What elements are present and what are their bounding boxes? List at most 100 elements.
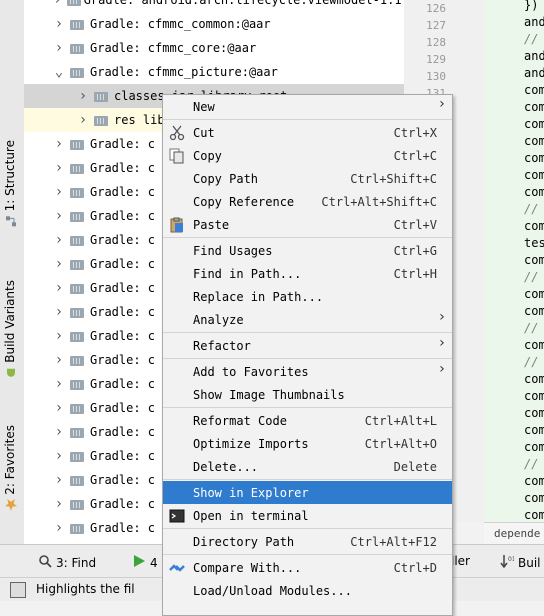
code-line: com — [524, 338, 544, 352]
chevron-right-icon[interactable]: › — [52, 232, 66, 248]
build-tab[interactable]: 01 Buil — [500, 554, 541, 571]
code-line: com — [524, 508, 544, 522]
menu-item-cut[interactable]: Cut Ctrl+X — [163, 121, 452, 144]
menu-item-shortcut: Ctrl+Alt+Shift+C — [321, 194, 437, 209]
chevron-right-icon[interactable]: › — [52, 16, 66, 32]
menu-item-optimize-imports[interactable]: Optimize Imports Ctrl+Alt+O — [163, 432, 452, 455]
menu-item-copy-reference[interactable]: Copy Reference Ctrl+Alt+Shift+C — [163, 190, 452, 213]
menu-separator — [163, 528, 452, 529]
tree-row[interactable]: › Gradle: cfmmc_common:@aar — [24, 12, 416, 36]
code-line: com — [524, 253, 544, 267]
tree-row-label: Gradle: c — [90, 137, 156, 151]
menu-item-open-in-terminal[interactable]: Open in terminal — [163, 504, 452, 527]
chevron-right-icon[interactable]: › — [52, 280, 66, 296]
chevron-right-icon[interactable]: › — [52, 496, 66, 512]
menu-item-replace-in-path[interactable]: Replace in Path... — [163, 285, 452, 308]
status-toggle-icon[interactable] — [10, 582, 26, 598]
chevron-right-icon[interactable]: › — [52, 160, 66, 176]
menu-item-show-image-thumbnails[interactable]: Show Image Thumbnails — [163, 383, 452, 406]
tree-row[interactable]: ⌄ Gradle: cfmmc_picture:@aar — [24, 60, 416, 84]
chevron-right-icon[interactable]: › — [52, 448, 66, 464]
tree-row-label: Gradle: cfmmc_picture:@aar — [90, 65, 278, 79]
menu-separator — [163, 407, 452, 408]
menu-item-compare-with[interactable]: Compare With... Ctrl+D — [163, 556, 452, 579]
tree-row-label: Gradle: c — [90, 401, 156, 415]
chevron-right-icon[interactable]: › — [52, 40, 66, 56]
tree-row-label: Gradle: c — [90, 377, 156, 391]
menu-item-analyze[interactable]: Analyze › — [163, 308, 452, 331]
code-line: com — [524, 168, 544, 182]
chevron-right-icon[interactable]: › — [52, 472, 66, 488]
code-line: com — [524, 219, 544, 233]
chevron-right-icon[interactable]: › — [52, 520, 66, 536]
library-folder-icon — [94, 90, 108, 103]
logcat-tab[interactable]: ller — [451, 554, 470, 568]
menu-item-shortcut: Ctrl+Alt+F12 — [350, 534, 437, 549]
tree-row[interactable]: › Gradle: android.arch.lifecycle:viewmode… — [24, 0, 416, 12]
line-number: 130 — [426, 70, 446, 83]
menu-item-label: Analyze — [193, 312, 244, 327]
menu-item-label: Copy Reference — [193, 194, 295, 209]
chevron-right-icon[interactable]: › — [52, 376, 66, 392]
menu-item-reformat-code[interactable]: Reformat Code Ctrl+Alt+L — [163, 409, 452, 432]
chevron-right-icon[interactable]: › — [52, 208, 66, 224]
menu-item-label: Find Usages — [193, 243, 273, 258]
tree-row[interactable]: › Gradle: cfmmc_core:@aar — [24, 36, 416, 60]
menu-item-directory-path[interactable]: Directory Path Ctrl+Alt+F12 — [163, 530, 452, 553]
favorites-tab[interactable]: 2: Favorites — [3, 425, 17, 511]
menu-item-delete[interactable]: Delete... Delete — [163, 455, 452, 478]
menu-item-label: Open in terminal — [193, 508, 309, 523]
tree-row-label: Gradle: c — [90, 161, 156, 175]
library-folder-icon — [70, 186, 84, 199]
tree-row-label: Gradle: c — [90, 449, 156, 463]
submenu-arrow-icon: › — [437, 361, 446, 377]
build-variants-tab[interactable]: Build Variants — [3, 280, 17, 379]
chevron-right-icon[interactable]: › — [52, 352, 66, 368]
menu-item-paste[interactable]: Paste Ctrl+V — [163, 213, 452, 236]
chevron-right-icon[interactable]: › — [76, 88, 90, 104]
chevron-right-icon[interactable]: › — [52, 304, 66, 320]
run-tab[interactable]: 4 — [132, 554, 158, 571]
menu-item-add-to-favorites[interactable]: Add to Favorites › — [163, 360, 452, 383]
editor-breadcrumb[interactable]: depende — [484, 522, 544, 545]
menu-item-refactor[interactable]: Refactor › — [163, 334, 452, 357]
menu-item-label: Refactor — [193, 338, 251, 353]
chevron-right-icon[interactable]: › — [52, 184, 66, 200]
menu-separator — [163, 332, 452, 333]
menu-separator — [163, 358, 452, 359]
library-folder-icon — [70, 162, 84, 175]
menu-item-shortcut: Ctrl+V — [393, 217, 437, 232]
menu-item-shortcut: Ctrl+D — [393, 560, 437, 575]
library-folder-icon — [70, 378, 84, 391]
menu-item-copy[interactable]: Copy Ctrl+C — [163, 144, 452, 167]
run-icon — [132, 554, 146, 571]
menu-item-load-unload-modules[interactable]: Load/Unload Modules... — [163, 579, 452, 602]
menu-item-shortcut: Ctrl+Alt+O — [364, 436, 437, 451]
menu-separator — [163, 237, 452, 238]
library-folder-icon — [70, 450, 84, 463]
chevron-right-icon[interactable]: › — [52, 328, 66, 344]
menu-item-show-in-explorer[interactable]: Show in Explorer — [163, 481, 452, 504]
chevron-right-icon[interactable]: › — [76, 112, 90, 128]
chevron-right-icon[interactable]: › — [52, 256, 66, 272]
chevron-right-icon[interactable]: › — [52, 400, 66, 416]
find-tab[interactable]: 3: Find — [38, 554, 96, 571]
chevron-right-icon[interactable]: › — [52, 136, 66, 152]
structure-tab[interactable]: 1: Structure — [3, 140, 17, 227]
library-folder-icon — [66, 0, 81, 7]
menu-item-new[interactable]: New › — [163, 95, 452, 118]
chevron-right-icon[interactable]: › — [52, 424, 66, 440]
library-folder-icon — [70, 426, 84, 439]
library-folder-icon — [70, 522, 84, 535]
chevron-right-icon[interactable]: › — [52, 0, 63, 8]
line-number: 128 — [426, 36, 446, 49]
code-editor[interactable]: }) and // and and com com com com com com com // com t… — [484, 0, 544, 522]
code-line: // — [524, 321, 539, 335]
menu-item-label: Delete... — [193, 459, 259, 474]
code-line: com — [524, 100, 544, 114]
chevron-down-icon[interactable]: ⌄ — [52, 64, 66, 80]
menu-item-find-usages[interactable]: Find Usages Ctrl+G — [163, 239, 452, 262]
menu-item-copy-path[interactable]: Copy Path Ctrl+Shift+C — [163, 167, 452, 190]
left-tool-strip: 1: Structure Build Variants 2: Favorites — [0, 0, 25, 544]
menu-item-find-in-path[interactable]: Find in Path... Ctrl+H — [163, 262, 452, 285]
